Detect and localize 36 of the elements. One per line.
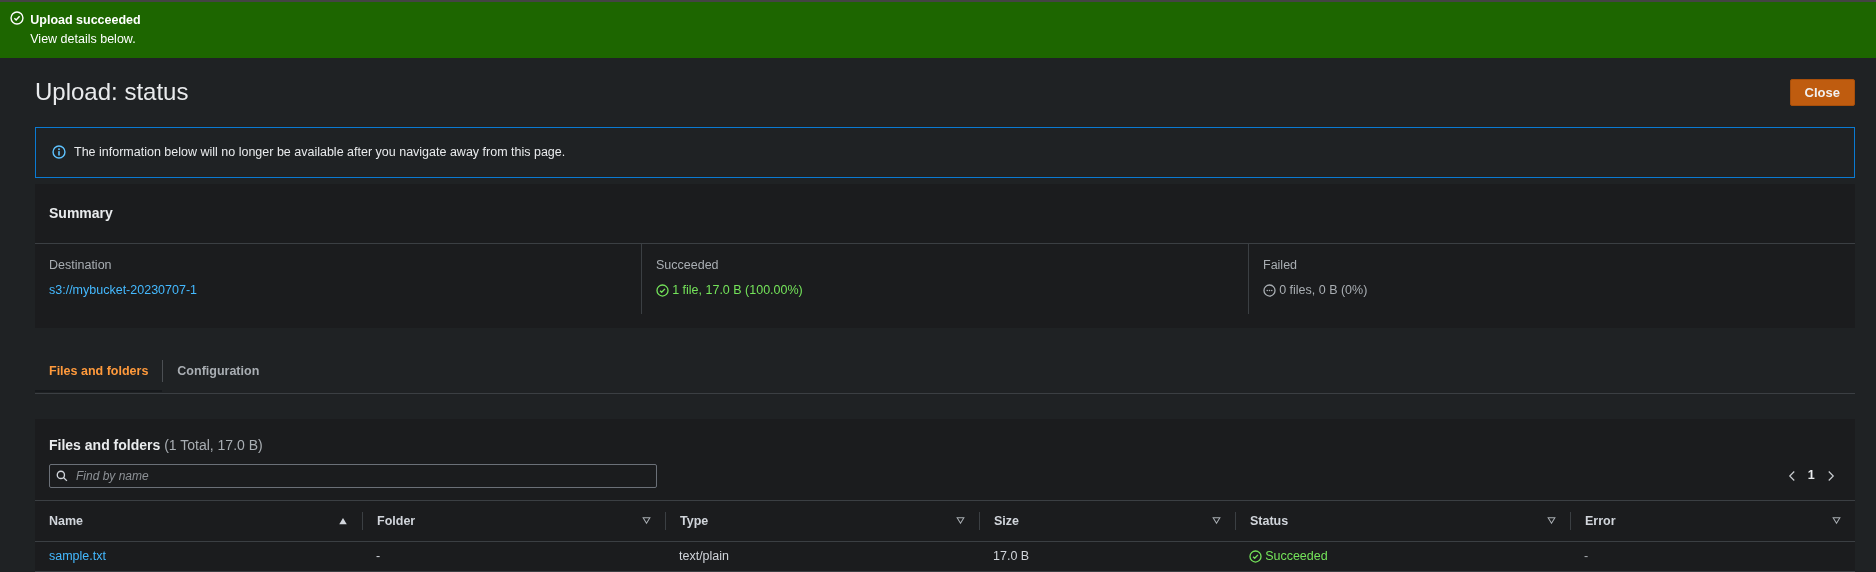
column-header[interactable]: Name — [49, 511, 84, 531]
info-text: The information below will no longer be available after you navigate away from this page. — [74, 143, 566, 161]
check-circle-icon — [10, 11, 24, 25]
column-header[interactable]: Type — [680, 511, 709, 531]
destination-link[interactable]: s3://mybucket-20230707-1 — [49, 280, 197, 300]
summary-title: Summary — [35, 184, 1855, 245]
tab[interactable]: Files and folders — [35, 349, 163, 393]
total-count: (1 Total, 17.0 B) — [164, 436, 263, 453]
summary-value: 1 file, 17.0 B (100.00%) — [672, 281, 803, 299]
summary-label: Failed — [1263, 257, 1298, 275]
column-header[interactable]: Size — [994, 511, 1019, 531]
page-number[interactable]: 1 — [1807, 466, 1815, 485]
status-text: Succeeded — [1265, 548, 1328, 566]
info-icon — [52, 145, 66, 160]
column-header[interactable]: Status — [1250, 511, 1289, 531]
panel-title: Files and folders — [49, 436, 161, 453]
tab[interactable]: Configuration — [163, 349, 274, 393]
column-header[interactable]: Error — [1585, 511, 1616, 531]
search-field[interactable]: Find by name — [49, 463, 657, 488]
table-cell: 17.0 B — [993, 549, 1030, 564]
check-circle-icon — [656, 283, 669, 297]
file-link[interactable]: sample.txt — [49, 549, 106, 564]
search-icon — [56, 469, 68, 482]
summary-label: Succeeded — [656, 257, 719, 275]
table-cell: - — [376, 549, 381, 564]
banner-title: Upload succeeded — [30, 12, 141, 29]
table-cell: - — [1584, 549, 1589, 564]
page-title: Upload: status — [35, 78, 189, 107]
summary-label: Destination — [49, 257, 112, 275]
check-circle-icon — [1249, 550, 1262, 564]
column-header[interactable]: Folder — [377, 511, 416, 531]
banner-message: View details below. — [30, 30, 137, 48]
close-button[interactable]: Close — [1789, 78, 1855, 107]
table-cell: text/plain — [679, 549, 730, 564]
dots-circle-icon — [1263, 283, 1276, 297]
summary-value: 0 files, 0 B (0%) — [1279, 281, 1368, 299]
